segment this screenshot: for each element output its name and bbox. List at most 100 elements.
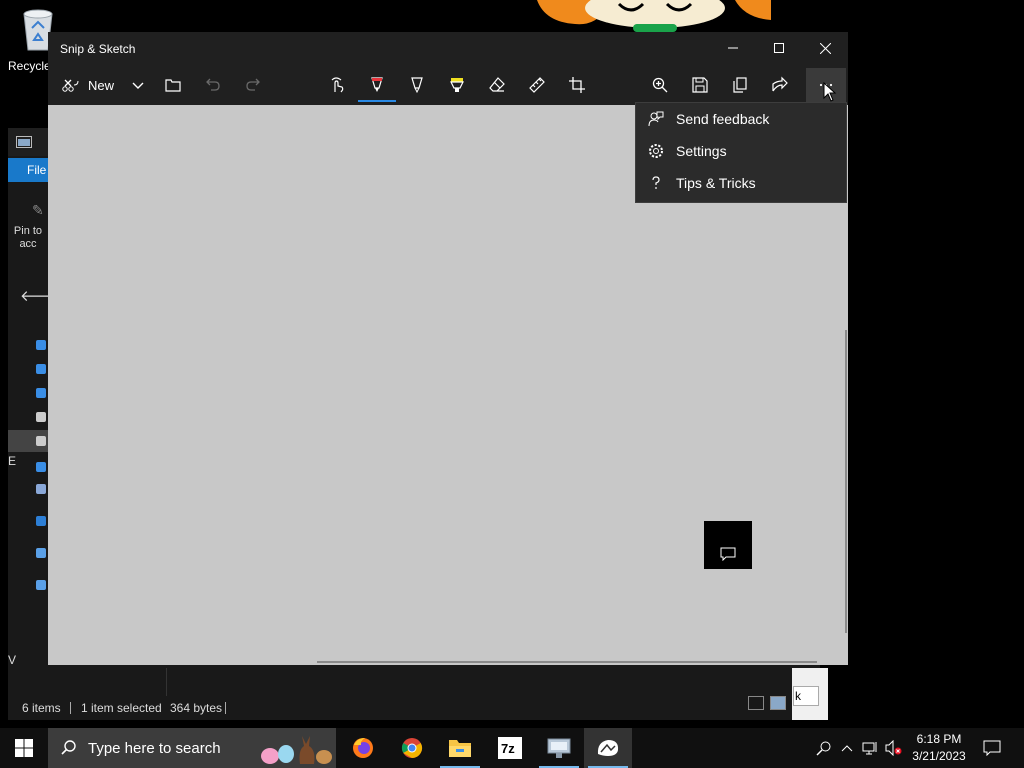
network-icon[interactable] [36, 580, 46, 590]
search-icon [61, 740, 76, 755]
ballpoint-pen-button[interactable] [357, 68, 397, 102]
crop-button[interactable] [557, 68, 597, 102]
volume-button[interactable] [884, 728, 904, 768]
onedrive-icon[interactable] [36, 516, 46, 526]
eraser-button[interactable] [477, 68, 517, 102]
quick-access-icon[interactable] [36, 340, 46, 350]
menu-item-label: Send feedback [676, 111, 770, 127]
undo-button[interactable] [193, 68, 233, 102]
folder-icon [165, 79, 181, 92]
ruler-button[interactable] [517, 68, 557, 102]
7zip-icon: 7z [498, 737, 522, 759]
taskbar-snip-sketch[interactable] [584, 728, 632, 768]
search-placeholder: Type here to search [88, 739, 221, 757]
pictures-folder-icon[interactable] [36, 436, 46, 446]
this-pc-icon[interactable] [36, 548, 46, 558]
clock-date: 3/21/2023 [912, 749, 966, 763]
taskbar-search-box[interactable]: Type here to search [48, 728, 336, 768]
gear-icon [649, 144, 663, 158]
copy-button[interactable] [720, 68, 760, 102]
maximize-icon [774, 43, 784, 53]
vertical-scrollbar[interactable] [845, 330, 847, 633]
taskbar-chrome[interactable] [388, 728, 436, 768]
feedback-icon [648, 111, 664, 127]
details-view-button[interactable] [748, 696, 764, 710]
taskbar-file-explorer[interactable] [436, 728, 484, 768]
wallpaper-cartoon [535, 0, 775, 32]
menu-item-send-feedback[interactable]: Send feedback [636, 103, 846, 135]
explorer-edge-text-2: V [8, 653, 17, 667]
windows-logo-icon [15, 739, 33, 757]
new-snip-button[interactable]: New [54, 68, 130, 102]
network-app-icon [547, 738, 571, 758]
highlighter-button[interactable] [437, 68, 477, 102]
svg-text:7z: 7z [501, 741, 515, 756]
highlighter-icon [450, 78, 464, 92]
dialog-button[interactable]: k [793, 686, 819, 706]
network-status-icon [862, 742, 877, 755]
new-snip-dropdown[interactable] [122, 68, 154, 102]
touch-writing-icon [331, 77, 344, 93]
status-separator [225, 702, 226, 714]
explorer-edge-text-1: E [8, 454, 17, 468]
ruler-icon [529, 77, 545, 93]
pencil-button[interactable] [397, 68, 437, 102]
explorer-file-tab[interactable]: File [8, 158, 48, 182]
action-center-button[interactable] [980, 728, 1004, 768]
minimize-button[interactable] [710, 32, 756, 64]
maximize-button[interactable] [756, 32, 802, 64]
open-file-button[interactable] [153, 68, 193, 102]
downloads-folder-icon[interactable] [36, 388, 46, 398]
notification-popup[interactable] [704, 521, 752, 569]
easter-eggs-icon [261, 736, 332, 764]
search-icon [816, 741, 831, 756]
volume-muted-icon [885, 740, 902, 756]
question-icon [652, 176, 660, 189]
taskbar-network-app[interactable] [535, 728, 583, 768]
close-icon [819, 42, 831, 54]
share-button[interactable] [760, 68, 800, 102]
zoom-button[interactable] [640, 68, 680, 102]
status-item-count: 6 items [22, 701, 61, 715]
close-button[interactable] [802, 32, 848, 64]
zoom-icon [652, 77, 668, 93]
status-separator [70, 702, 71, 714]
save-button[interactable] [680, 68, 720, 102]
horizontal-scrollbar[interactable] [317, 661, 817, 663]
taskbar-7zip[interactable]: 7z [486, 728, 534, 768]
recycle-bin-label[interactable]: Recycle [8, 59, 51, 73]
touch-writing-button[interactable] [317, 68, 357, 102]
pin-label[interactable]: Pin to acc [8, 225, 48, 251]
menu-item-settings[interactable]: Settings [636, 135, 846, 167]
menu-item-label: Tips & Tricks [676, 175, 756, 191]
pin-icon: ✎ [32, 202, 44, 218]
start-button[interactable] [0, 728, 48, 768]
redo-button[interactable] [233, 68, 273, 102]
new-snip-label: New [88, 77, 115, 93]
music-folder-icon[interactable] [36, 462, 46, 472]
status-size: 364 bytes [170, 701, 223, 715]
file-explorer-icon [449, 740, 471, 757]
videos-folder-icon[interactable] [36, 484, 46, 494]
large-icons-view-button[interactable] [770, 696, 786, 710]
chevron-up-icon [841, 745, 853, 752]
ballpoint-pen-icon [371, 77, 383, 92]
desktop-folder-icon[interactable] [36, 364, 46, 374]
show-hidden-icons-button[interactable] [838, 728, 856, 768]
chrome-icon [401, 738, 423, 759]
taskbar-clock[interactable]: 6:18 PM 3/21/2023 [902, 731, 976, 765]
clock-time: 6:18 PM [916, 732, 962, 746]
copy-icon [733, 77, 747, 93]
network-status-button[interactable] [860, 728, 880, 768]
tray-search-button[interactable] [812, 728, 836, 768]
share-icon [772, 76, 788, 92]
documents-folder-icon[interactable] [36, 412, 46, 422]
pencil-icon [411, 77, 423, 94]
more-options-menu: Send feedback Settings Tips & Tricks [635, 102, 847, 203]
taskbar: Type here to search 7z 6:18 PM 3/21/2023 [0, 728, 1024, 768]
taskbar-firefox[interactable] [339, 728, 387, 768]
firefox-icon [353, 738, 373, 758]
menu-item-tips-tricks[interactable]: Tips & Tricks [636, 167, 846, 199]
new-snip-icon [62, 79, 79, 92]
active-tool-indicator [358, 100, 396, 102]
